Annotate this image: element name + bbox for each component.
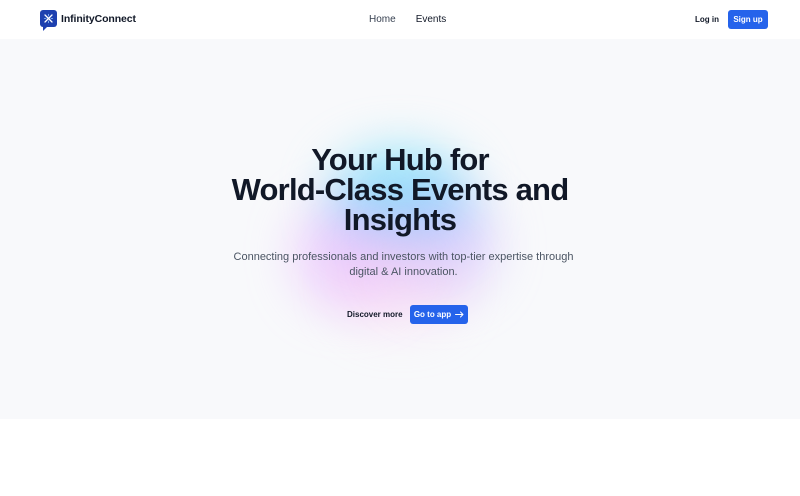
nav-link-home[interactable]: Home <box>369 14 396 25</box>
nav-link-events[interactable]: Events <box>416 14 447 25</box>
hero-subtitle-line-1: Connecting professionals and investors w… <box>233 251 574 263</box>
go-to-app-label: Go to app <box>413 310 452 319</box>
hero-title: Your Hub for World-Class Events and Insi… <box>0 144 800 237</box>
arrow-right-icon <box>455 311 464 318</box>
hero-section: Your Hub for World-Class Events and Insi… <box>0 39 800 419</box>
discover-more-button[interactable]: Discover more <box>347 310 403 319</box>
hero-title-line-3: Insights <box>343 202 457 237</box>
signup-button[interactable]: Sign up <box>728 10 768 29</box>
top-navbar: InfinityConnect Home Events Log in Sign … <box>0 0 800 39</box>
hero-subtitle: Connecting professionals and investors w… <box>220 250 587 280</box>
infinity-logo-icon <box>40 10 57 31</box>
brand-name: InfinityConnect <box>61 12 136 25</box>
login-link[interactable]: Log in <box>695 15 719 24</box>
brand-logo[interactable]: InfinityConnect <box>40 10 136 31</box>
go-to-app-button[interactable]: Go to app <box>410 305 468 324</box>
nav-links: Home Events <box>369 14 446 25</box>
hero-subtitle-line-2: digital & AI innovation. <box>349 266 458 278</box>
